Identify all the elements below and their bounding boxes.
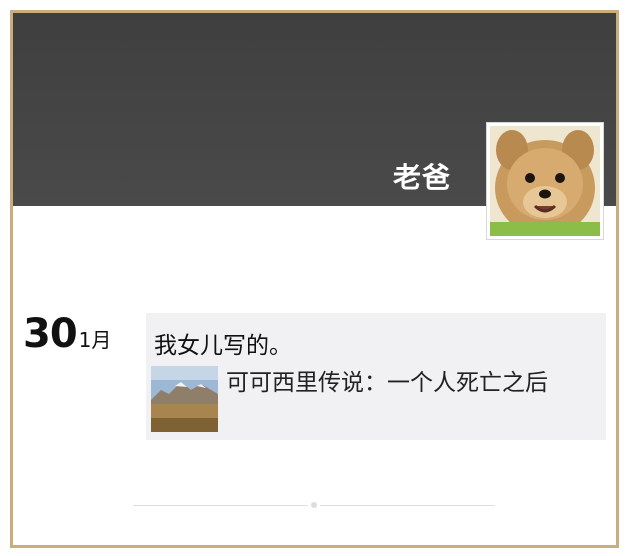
- dog-avatar-image: [490, 126, 600, 236]
- moments-frame: 老爸 30 1月 我女儿写的。 可可西里传说：一个人死亡之后: [10, 10, 619, 548]
- link-title[interactable]: 可可西里传说：一个人死亡之后: [226, 368, 556, 399]
- feed-divider-left: [133, 505, 308, 506]
- feed-divider-right: [320, 505, 495, 506]
- link-thumbnail[interactable]: [151, 366, 218, 432]
- profile-name[interactable]: 老爸: [393, 156, 451, 196]
- post-day: 30: [23, 311, 78, 357]
- feed-divider-dot: [311, 502, 317, 508]
- post-card[interactable]: 我女儿写的。 可可西里传说：一个人死亡之后: [146, 313, 606, 440]
- post-text: 我女儿写的。: [154, 333, 292, 359]
- post-month: 1月: [78, 328, 112, 352]
- post-date: 30 1月: [23, 311, 111, 357]
- landscape-thumbnail-image: [151, 366, 218, 432]
- profile-avatar[interactable]: [486, 122, 604, 240]
